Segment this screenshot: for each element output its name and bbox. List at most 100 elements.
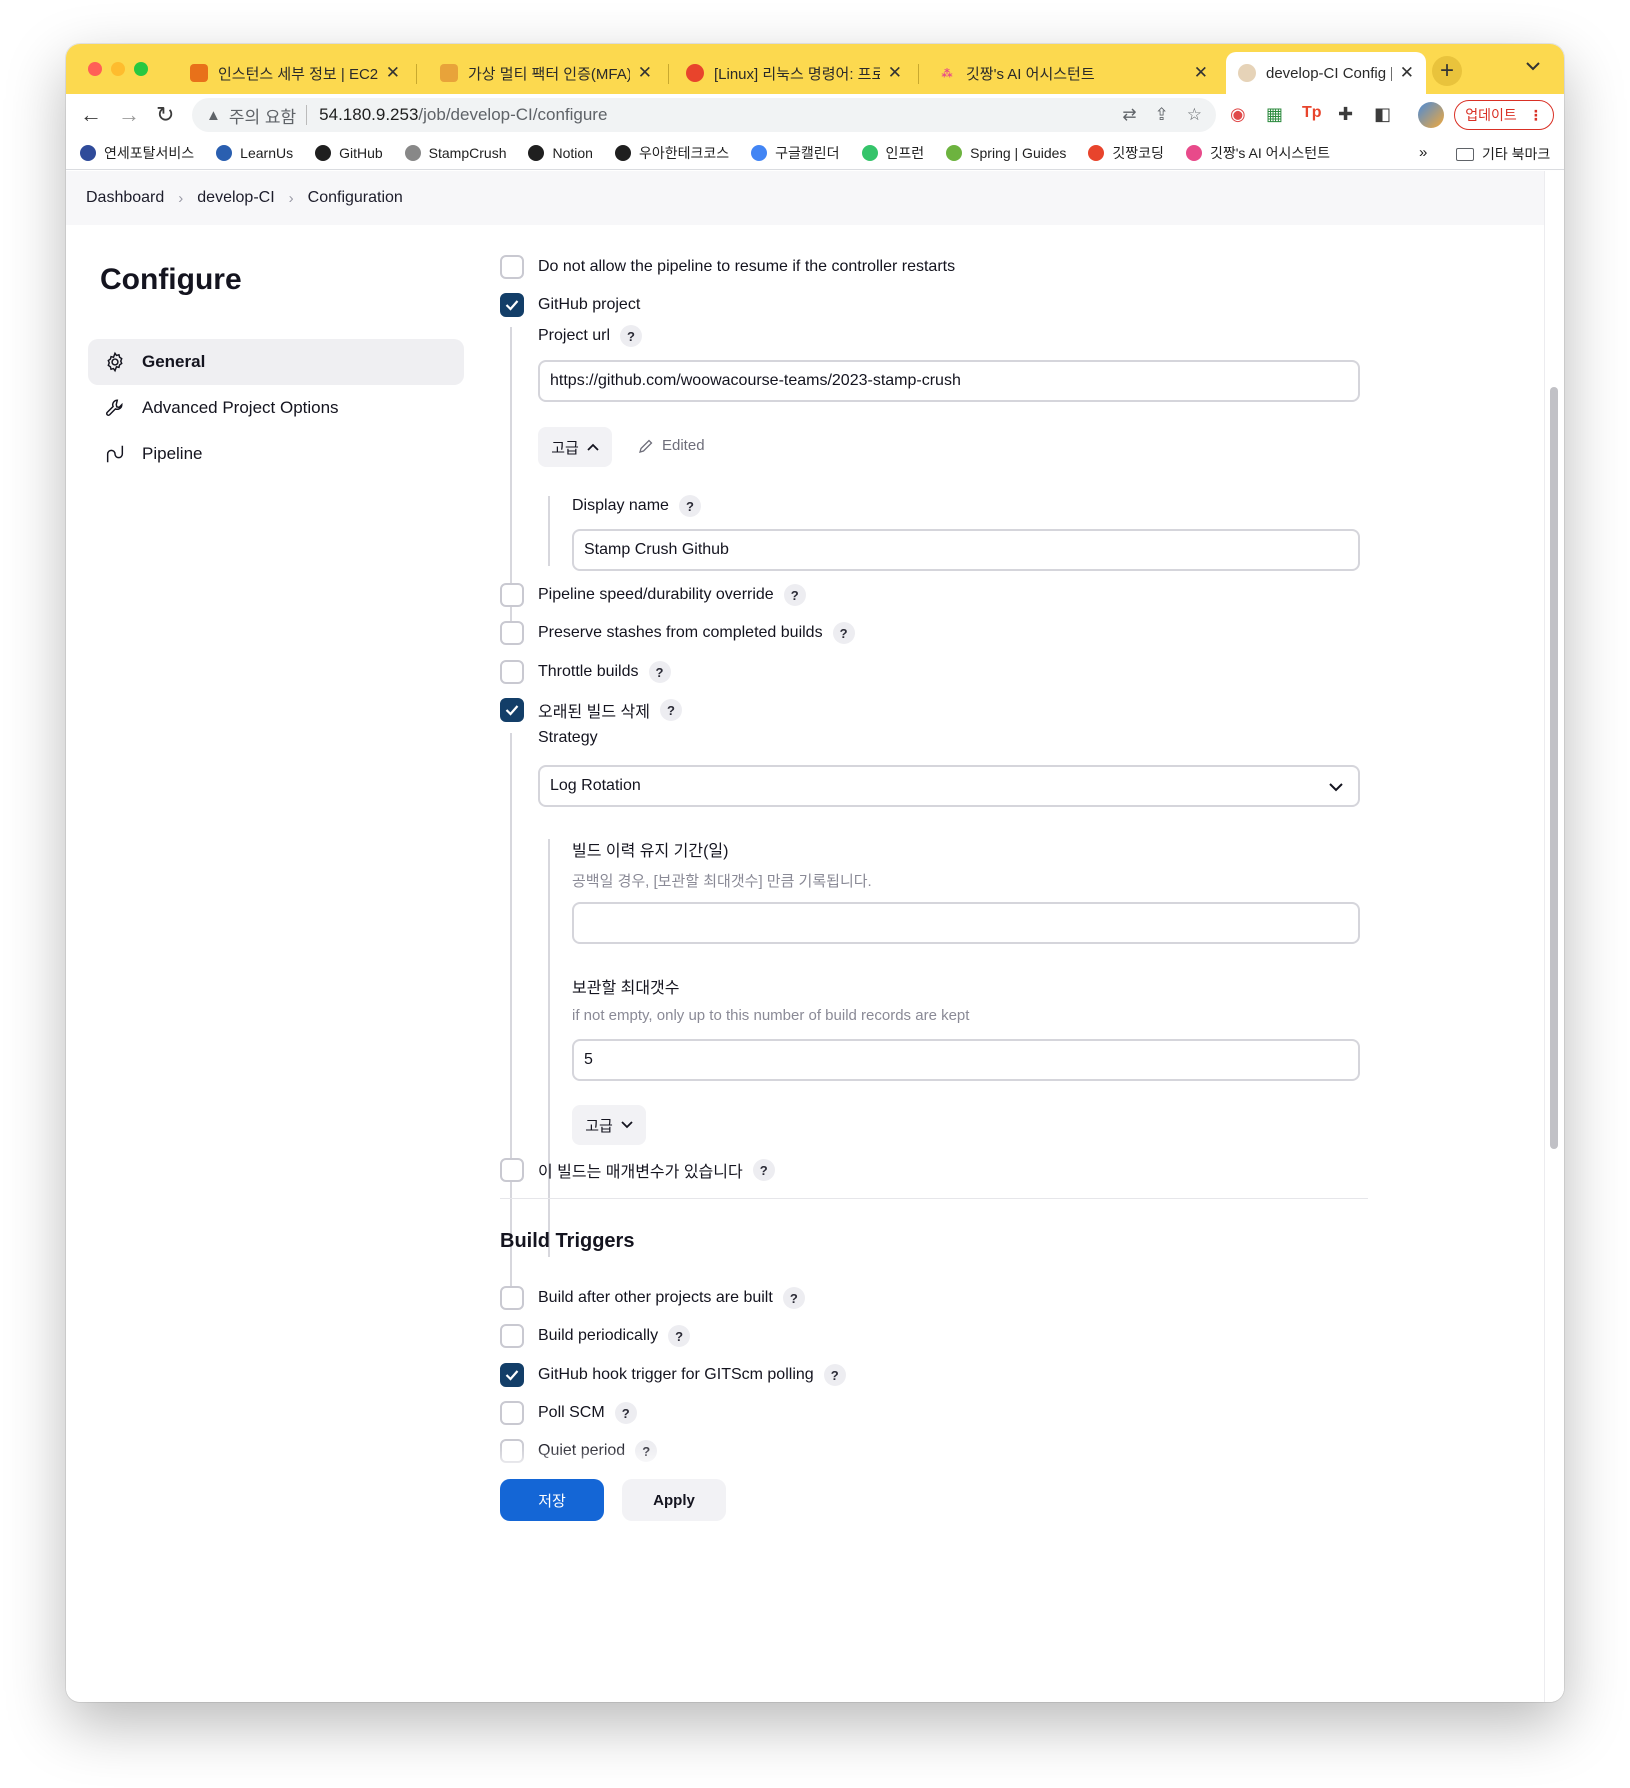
advanced-label: 고급 — [585, 1117, 613, 1135]
github-project-option: GitHub project — [500, 292, 640, 318]
github-project-label: GitHub project — [538, 296, 641, 313]
bookmark-item[interactable]: 인프런 — [861, 143, 925, 163]
minimize-window-button[interactable] — [111, 62, 125, 76]
update-button[interactable]: 업데이트 ⋮ — [1454, 100, 1554, 130]
share-icon[interactable]: ⇪ — [1155, 105, 1169, 125]
update-label: 업데이트 — [1465, 107, 1517, 123]
help-icon[interactable]: ? — [782, 1287, 805, 1309]
trigger-checkbox[interactable] — [500, 1363, 524, 1387]
help-icon[interactable]: ? — [648, 661, 671, 683]
color-extension-icon[interactable]: ◉ — [1230, 104, 1246, 125]
github-project-checkbox[interactable] — [500, 293, 524, 317]
bookmark-item[interactable]: Spring | Guides — [946, 144, 1067, 161]
bookmarks-overflow-icon[interactable]: » — [1419, 144, 1427, 161]
tab-linux[interactable]: [Linux] 리눅스 명령어: 프로젝 ✕ — [674, 52, 914, 94]
project-url-input[interactable]: https://github.com/woowacourse-teams/202… — [538, 360, 1360, 402]
tab-ai-assistant[interactable]: ⁂ 깃짱's AI 어시스턴트 ✕ — [926, 52, 1220, 94]
help-icon[interactable]: ? — [659, 699, 682, 721]
help-icon[interactable]: ? — [752, 1159, 775, 1181]
bookmark-item[interactable]: LearnUs — [216, 144, 293, 161]
tab-jenkins-config[interactable]: develop-CI Config [Jenkin ✕ — [1226, 52, 1426, 94]
close-window-button[interactable] — [88, 62, 102, 76]
puzzle-extensions-icon[interactable]: ✚ — [1338, 104, 1353, 125]
help-icon[interactable]: ? — [678, 495, 701, 517]
no-resume-checkbox[interactable] — [500, 255, 524, 279]
bookmark-item[interactable]: 우아한테크코스 — [614, 143, 729, 163]
close-icon[interactable]: ✕ — [1194, 63, 1208, 83]
trigger-checkbox[interactable] — [500, 1401, 524, 1425]
durability-checkbox[interactable] — [500, 583, 524, 607]
discard-old-nest-line — [510, 733, 512, 1295]
profile-avatar[interactable] — [1418, 102, 1444, 128]
forward-icon[interactable]: → — [118, 102, 140, 128]
help-icon[interactable]: ? — [620, 325, 643, 347]
bookmark-item[interactable]: GitHub — [315, 144, 383, 161]
trigger-checkbox[interactable] — [500, 1324, 524, 1348]
help-icon[interactable]: ? — [614, 1402, 637, 1424]
bookmark-item[interactable]: Notion — [528, 144, 593, 161]
apply-button[interactable]: Apply — [622, 1479, 726, 1521]
side-panel-icon[interactable]: ◧ — [1374, 104, 1391, 125]
other-bookmarks-folder[interactable]: 기타 북마크 — [1456, 144, 1550, 164]
address-bar[interactable]: ▲ 주의 요함 54.180.9.253 /job/develop-CI/con… — [192, 98, 1216, 132]
folder-icon — [1456, 147, 1474, 161]
help-icon[interactable]: ? — [832, 622, 855, 644]
translate-icon[interactable]: ⇄ — [1122, 105, 1136, 125]
tab-search-chevron-icon[interactable] — [1526, 58, 1540, 76]
discard-old-builds-checkbox[interactable] — [500, 698, 524, 722]
breadcrumb-job[interactable]: develop-CI — [197, 189, 274, 207]
close-icon[interactable]: ✕ — [888, 63, 902, 83]
bookmark-item[interactable]: 구글캘린더 — [751, 143, 840, 163]
throttle-checkbox[interactable] — [500, 660, 524, 684]
sidebar-item-label: General — [142, 352, 206, 371]
scrollbar-thumb[interactable] — [1550, 387, 1558, 1149]
no-resume-label: Do not allow the pipeline to resume if t… — [538, 258, 956, 275]
sidebar-item-advanced-project-options[interactable]: Advanced Project Options — [88, 385, 464, 431]
tab-ec2[interactable]: 인스턴스 세부 정보 | EC2 Mar ✕ — [178, 52, 412, 94]
help-icon[interactable]: ? — [783, 584, 806, 606]
tp-extension-icon[interactable]: Tp — [1302, 104, 1322, 122]
warning-icon[interactable]: ▲ — [206, 107, 221, 124]
bookmark-item[interactable]: 연세포탈서비스 — [80, 143, 194, 163]
reload-icon[interactable]: ↻ — [156, 102, 174, 128]
parameterized-checkbox[interactable] — [500, 1158, 524, 1182]
display-name-label-text: Display name — [572, 497, 669, 514]
sidebar-item-general[interactable]: General — [88, 339, 464, 385]
section-divider — [500, 1198, 1368, 1199]
advanced-toggle-button[interactable]: 고급 — [538, 427, 612, 467]
max-builds-input[interactable]: 5 — [572, 1039, 1360, 1081]
bookmark-item[interactable]: StampCrush — [404, 144, 506, 161]
trigger-checkbox[interactable] — [500, 1286, 524, 1310]
sidebar-item-pipeline[interactable]: Pipeline — [88, 431, 464, 477]
close-icon[interactable]: ✕ — [638, 63, 652, 83]
help-icon[interactable]: ? — [635, 1440, 658, 1462]
help-icon[interactable]: ? — [823, 1364, 846, 1386]
back-icon[interactable]: ← — [80, 102, 102, 128]
tab-mfa[interactable]: 가상 멀티 팩터 인증(MFA) 디 ✕ — [428, 52, 664, 94]
bookmark-item[interactable]: 깃짱's AI 어시스턴트 — [1185, 143, 1330, 163]
bookmark-label: 인프런 — [885, 144, 925, 161]
strategy-select[interactable]: Log Rotation — [538, 765, 1360, 807]
trigger-quiet-period: Quiet period ? — [500, 1438, 658, 1464]
help-icon[interactable]: ? — [668, 1325, 691, 1347]
url-host: 54.180.9.253 — [319, 105, 419, 124]
breadcrumb-dashboard[interactable]: Dashboard — [86, 189, 164, 207]
jenkins-page: Dashboard › develop-CI › Configuration C… — [66, 171, 1564, 1702]
close-icon[interactable]: ✕ — [386, 63, 400, 83]
save-button[interactable]: 저장 — [500, 1479, 604, 1521]
chart-extension-icon[interactable]: ▦ — [1266, 104, 1283, 125]
close-icon[interactable]: ✕ — [1400, 63, 1414, 83]
trigger-checkbox[interactable] — [500, 1439, 524, 1463]
preserve-stashes-checkbox[interactable] — [500, 621, 524, 645]
bookmark-star-icon[interactable]: ☆ — [1187, 105, 1202, 125]
bookmark-label: Spring | Guides — [970, 144, 1067, 161]
bookmark-item[interactable]: 깃짱코딩 — [1088, 143, 1164, 163]
bookmark-favicon-icon — [614, 144, 631, 161]
days-to-keep-input[interactable] — [572, 902, 1360, 944]
display-name-input[interactable]: Stamp Crush Github — [572, 529, 1360, 571]
new-tab-button[interactable]: + — [1432, 56, 1462, 86]
advanced-expand-button[interactable]: 고급 — [572, 1105, 646, 1145]
trigger-label: GitHub hook trigger for GITScm polling — [538, 1366, 814, 1383]
breadcrumb-configuration[interactable]: Configuration — [308, 189, 403, 207]
zoom-window-button[interactable] — [134, 62, 148, 76]
